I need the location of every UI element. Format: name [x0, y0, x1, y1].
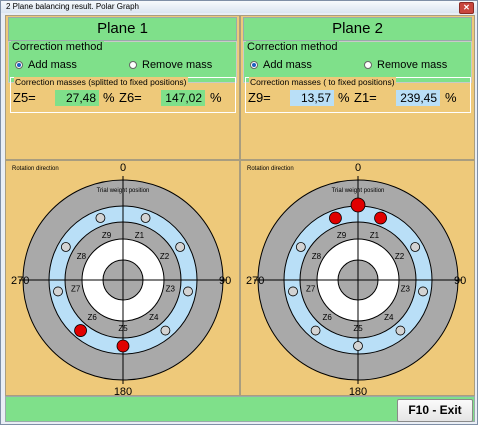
plane1-correction-method-label: Correction method [11, 41, 104, 53]
plane2-mass-b-label: Z1= [354, 90, 377, 105]
angle-label-bottom: 180 [114, 386, 132, 395]
position-marker-z9 [329, 211, 342, 225]
exit-button[interactable]: F10 - Exit [397, 399, 473, 422]
position-label-z6: Z6 [87, 313, 97, 322]
position-marker-z1 [140, 213, 151, 223]
plane2-title: Plane 2 [243, 17, 472, 41]
plane2-polar-panel: Rotation direction Trial weight position… [240, 160, 475, 396]
plane1-mass-b-value: 147,02 [161, 90, 205, 106]
position-marker-z7 [288, 286, 298, 297]
plane1-mass-a-unit: % [103, 90, 115, 105]
plane1-remove-mass-label: Remove mass [142, 59, 213, 71]
position-marker-z9 [95, 213, 106, 223]
plane2-mass-a-label: Z9= [248, 90, 271, 105]
radio-unselected-icon [129, 61, 137, 69]
trial-weight-label: Trial weight position [332, 188, 385, 194]
position-label-z6: Z6 [322, 313, 332, 322]
angle-label-top: 0 [355, 162, 361, 174]
plane2-polar-graph: Trial weight position 0 180 270 90 Z1 Z2 Z3 Z4 Z5… [246, 162, 466, 395]
plane1-mass-a-label: Z5= [13, 90, 36, 105]
position-marker-z7 [53, 286, 63, 297]
position-label-z7: Z7 [71, 284, 81, 293]
position-label-z5: Z5 [118, 324, 128, 333]
plane1-mass-b-unit: % [210, 90, 222, 105]
plane2-remove-mass-label: Remove mass [377, 59, 448, 71]
position-label-z1: Z1 [370, 231, 380, 240]
angle-label-right: 90 [454, 275, 466, 287]
angle-label-bottom: 180 [349, 386, 367, 395]
close-button[interactable]: ✕ [459, 2, 474, 14]
plane2-mass-b-value: 239,45 [396, 90, 440, 106]
plane1-title: Plane 1 [8, 17, 237, 41]
plane2-mass-a-value: 13,57 [290, 90, 334, 106]
plane1-add-mass-label: Add mass [28, 59, 77, 71]
plane2-panel: Plane 2 Correction method Add mass Remov… [240, 15, 475, 160]
position-label-z2: Z2 [395, 252, 405, 261]
position-marker-z2 [410, 242, 421, 252]
position-marker-z4 [395, 325, 406, 336]
plane2-masses-label: Correction masses ( to fixed positions) [249, 77, 396, 87]
plane2-correction-method-label: Correction method [246, 41, 339, 53]
window-title: 2 Plane balancing result. Polar Graph [6, 2, 139, 11]
plane2-add-mass-radio[interactable]: Add mass [250, 59, 312, 71]
position-label-z9: Z9 [337, 231, 347, 240]
position-label-z7: Z7 [306, 284, 316, 293]
trial-weight-label: Trial weight position [97, 188, 150, 194]
plane1-add-mass-radio[interactable]: Add mass [15, 59, 77, 71]
angle-label-left: 270 [11, 275, 29, 287]
position-marker-z3 [183, 286, 193, 297]
position-label-z3: Z3 [166, 284, 176, 293]
position-label-z4: Z4 [149, 313, 159, 322]
position-label-z9: Z9 [102, 231, 112, 240]
position-label-z8: Z8 [312, 252, 322, 261]
position-label-z4: Z4 [384, 313, 394, 322]
position-marker-z5 [116, 339, 130, 353]
trial-mass-marker [350, 197, 366, 213]
position-label-z2: Z2 [160, 252, 170, 261]
position-marker-z1 [374, 211, 387, 225]
plane1-mass-b-label: Z6= [119, 90, 142, 105]
plane2-mass-b-unit: % [445, 90, 457, 105]
position-label-z1: Z1 [135, 231, 145, 240]
position-marker-z4 [160, 325, 171, 336]
plane1-polar-panel: Rotation direction Trial weight position… [5, 160, 240, 396]
angle-label-left: 270 [246, 275, 264, 287]
radio-unselected-icon [364, 61, 372, 69]
plane1-remove-mass-radio[interactable]: Remove mass [129, 59, 212, 71]
angle-label-top: 0 [120, 162, 126, 174]
plane1-mass-a-value: 27,48 [55, 90, 99, 106]
title-bar: 2 Plane balancing result. Polar Graph ✕ [1, 1, 477, 14]
radio-selected-icon [15, 61, 23, 69]
balancing-result-window: 2 Plane balancing result. Polar Graph ✕ … [0, 0, 478, 425]
position-label-z5: Z5 [353, 324, 363, 333]
position-marker-z5 [353, 341, 363, 351]
position-marker-z8 [295, 242, 306, 252]
plane1-correction-masses-box: Correction masses (splitted to fixed pos… [10, 77, 236, 113]
position-label-z8: Z8 [77, 252, 87, 261]
position-marker-z6 [74, 324, 87, 337]
plane2-add-mass-label: Add mass [263, 59, 312, 71]
angle-label-right: 90 [219, 275, 231, 287]
plane2-mass-a-unit: % [338, 90, 350, 105]
plane1-panel: Plane 1 Correction method Add mass Remov… [5, 15, 240, 160]
plane2-remove-mass-radio[interactable]: Remove mass [364, 59, 447, 71]
plane2-correction-masses-box: Correction masses ( to fixed positions) … [245, 77, 471, 113]
plane1-masses-label: Correction masses (splitted to fixed pos… [14, 77, 188, 87]
position-marker-z3 [418, 286, 428, 297]
position-marker-z6 [310, 325, 321, 336]
plane1-polar-graph: Trial weight position 0 180 270 90 Z1 Z2 Z3 Z4 Z5… [11, 162, 231, 395]
radio-selected-icon [250, 61, 258, 69]
position-label-z3: Z3 [401, 284, 411, 293]
position-marker-z2 [175, 242, 186, 252]
position-marker-z8 [60, 242, 71, 252]
